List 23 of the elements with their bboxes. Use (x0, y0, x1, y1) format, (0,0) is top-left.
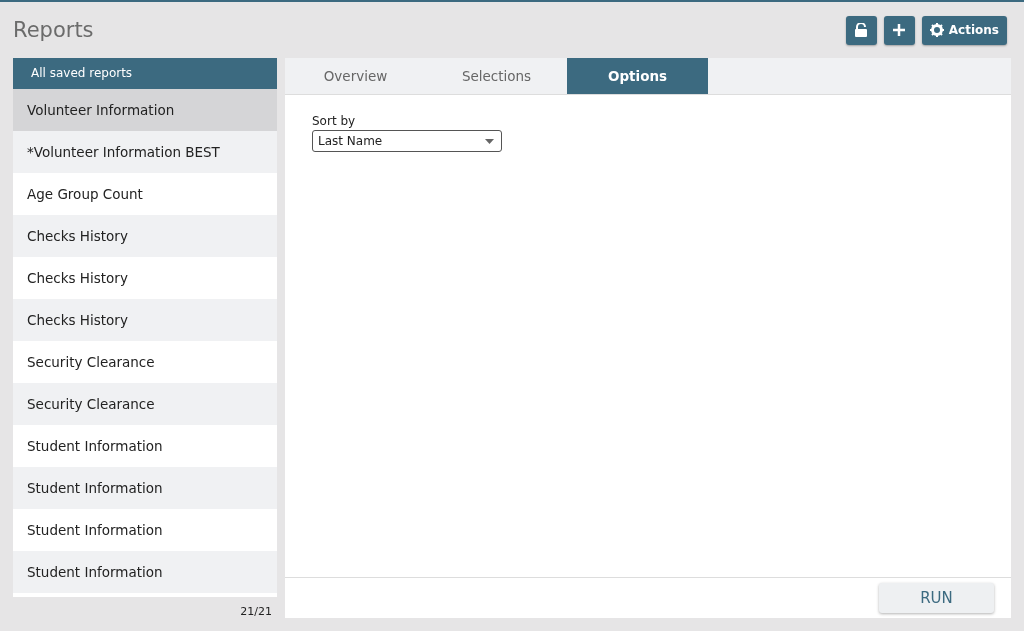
report-item[interactable]: Volunteer Information (13, 88, 277, 131)
report-item[interactable]: Security Clearance (13, 382, 277, 425)
sort-label: Sort by (312, 114, 356, 128)
page-title: Reports (13, 18, 94, 42)
report-item[interactable]: Checks History (13, 298, 277, 341)
tab[interactable]: Options (567, 58, 708, 94)
caret-icon (485, 138, 494, 144)
report-count: 21/21 (240, 605, 273, 618)
actions-button[interactable]: Actions (921, 15, 1007, 45)
tab[interactable]: Overview (285, 58, 426, 94)
tab[interactable]: Selections (426, 58, 567, 94)
add-button[interactable] (883, 15, 915, 45)
plus-icon (891, 23, 906, 37)
run-button[interactable]: RUN (879, 583, 994, 613)
lock-button[interactable] (845, 15, 877, 45)
report-item[interactable]: Student Information (13, 466, 277, 509)
list-header: All saved reports (13, 58, 277, 89)
padlock-icon (853, 23, 868, 37)
report-item[interactable]: Checks History (13, 214, 277, 257)
report-item[interactable]: Student Information (13, 550, 277, 593)
report-item[interactable]: *Volunteer Information BEST (13, 130, 277, 173)
gear-icon (929, 23, 944, 37)
sort-dropdown[interactable]: Last Name (312, 130, 502, 152)
